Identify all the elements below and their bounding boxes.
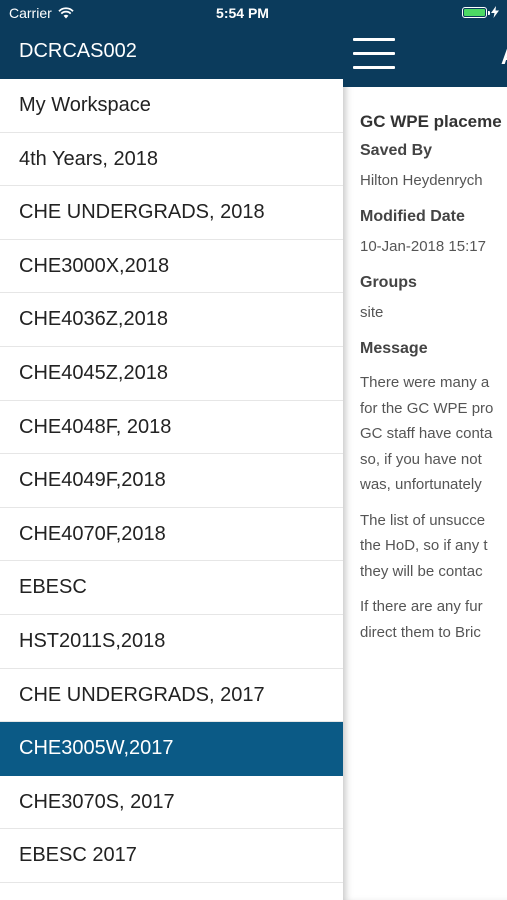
message-line: so, if you have not <box>360 450 482 468</box>
groups-label: Groups <box>360 274 417 291</box>
message-line: The list of unsucce <box>360 511 486 529</box>
site-list-item[interactable]: CHE4070F,2018 <box>0 508 343 562</box>
site-list-item-selected[interactable]: CHE3005W,2017 <box>0 722 343 776</box>
message-line: was, unfortunately <box>360 476 482 493</box>
site-list-item[interactable]: EBESC 2017 <box>0 829 343 883</box>
status-time: 5:54 PM <box>216 5 269 21</box>
message-paragraph: The list of unsucce the HoD, so if any t… <box>360 508 507 585</box>
message-line: If there are any fur <box>360 598 483 615</box>
message-line: There were many a <box>360 374 490 391</box>
drawer-header: Carrier 5:54 PM DCRCAS002 <box>0 0 343 79</box>
site-list-item[interactable]: CHE4048F, 2018 <box>0 401 343 455</box>
message-detail-panel: A GC WPE placeme Saved By Hilton Heydenr… <box>343 0 507 900</box>
site-list-item[interactable]: CHE UNDERGRADS, 2017 <box>0 669 343 723</box>
saved-by-value: Hilton Heydenrych <box>360 172 483 189</box>
site-list-item[interactable]: CHE3070S, 2017 <box>0 776 343 830</box>
message-line: GC staff have conta <box>360 425 493 442</box>
site-list-item[interactable]: CHE UNDERGRADS, 2018 <box>0 186 343 240</box>
site-list-item[interactable]: My Workspace <box>0 79 343 133</box>
hamburger-menu-icon[interactable] <box>353 38 395 74</box>
site-list: My Workspace 4th Years, 2018 CHE UNDERGR… <box>0 79 343 883</box>
message-label: Message <box>360 340 428 357</box>
groups-value: site <box>360 304 384 321</box>
modified-date-label: Modified Date <box>360 208 465 225</box>
message-line: the HoD, so if any t <box>360 537 488 554</box>
saved-by-label: Saved By <box>360 142 433 159</box>
message-paragraph: If there are any fur direct them to Bric <box>360 594 507 645</box>
site-list-item[interactable]: HST2011S,2018 <box>0 615 343 669</box>
site-list-item[interactable]: CHE4045Z,2018 <box>0 347 343 401</box>
site-list-item[interactable]: CHE3000X,2018 <box>0 240 343 294</box>
message-paragraph: There were many a for the GC WPE pro GC … <box>360 370 507 498</box>
modified-date-value: 10-Jan-2018 15:17 <box>360 238 486 255</box>
site-list-item[interactable]: CHE4036Z,2018 <box>0 293 343 347</box>
drawer-user-title: DCRCAS002 <box>19 40 137 62</box>
site-navigation-drawer: Carrier 5:54 PM DCRCAS002 My Workspace 4… <box>0 0 343 900</box>
message-subject: GC WPE placeme <box>360 112 502 131</box>
message-content: GC WPE placeme Saved By Hilton Heydenryc… <box>360 112 507 655</box>
charging-bolt-icon <box>491 6 499 18</box>
site-list-item[interactable]: EBESC <box>0 561 343 615</box>
site-list-item[interactable]: CHE4049F,2018 <box>0 454 343 508</box>
site-list-item[interactable]: 4th Years, 2018 <box>0 133 343 187</box>
main-header-title: A <box>501 44 507 70</box>
message-line: direct them to Bric <box>360 623 481 641</box>
message-line: for the GC WPE pro <box>360 399 494 417</box>
message-line: they will be contac <box>360 562 483 580</box>
